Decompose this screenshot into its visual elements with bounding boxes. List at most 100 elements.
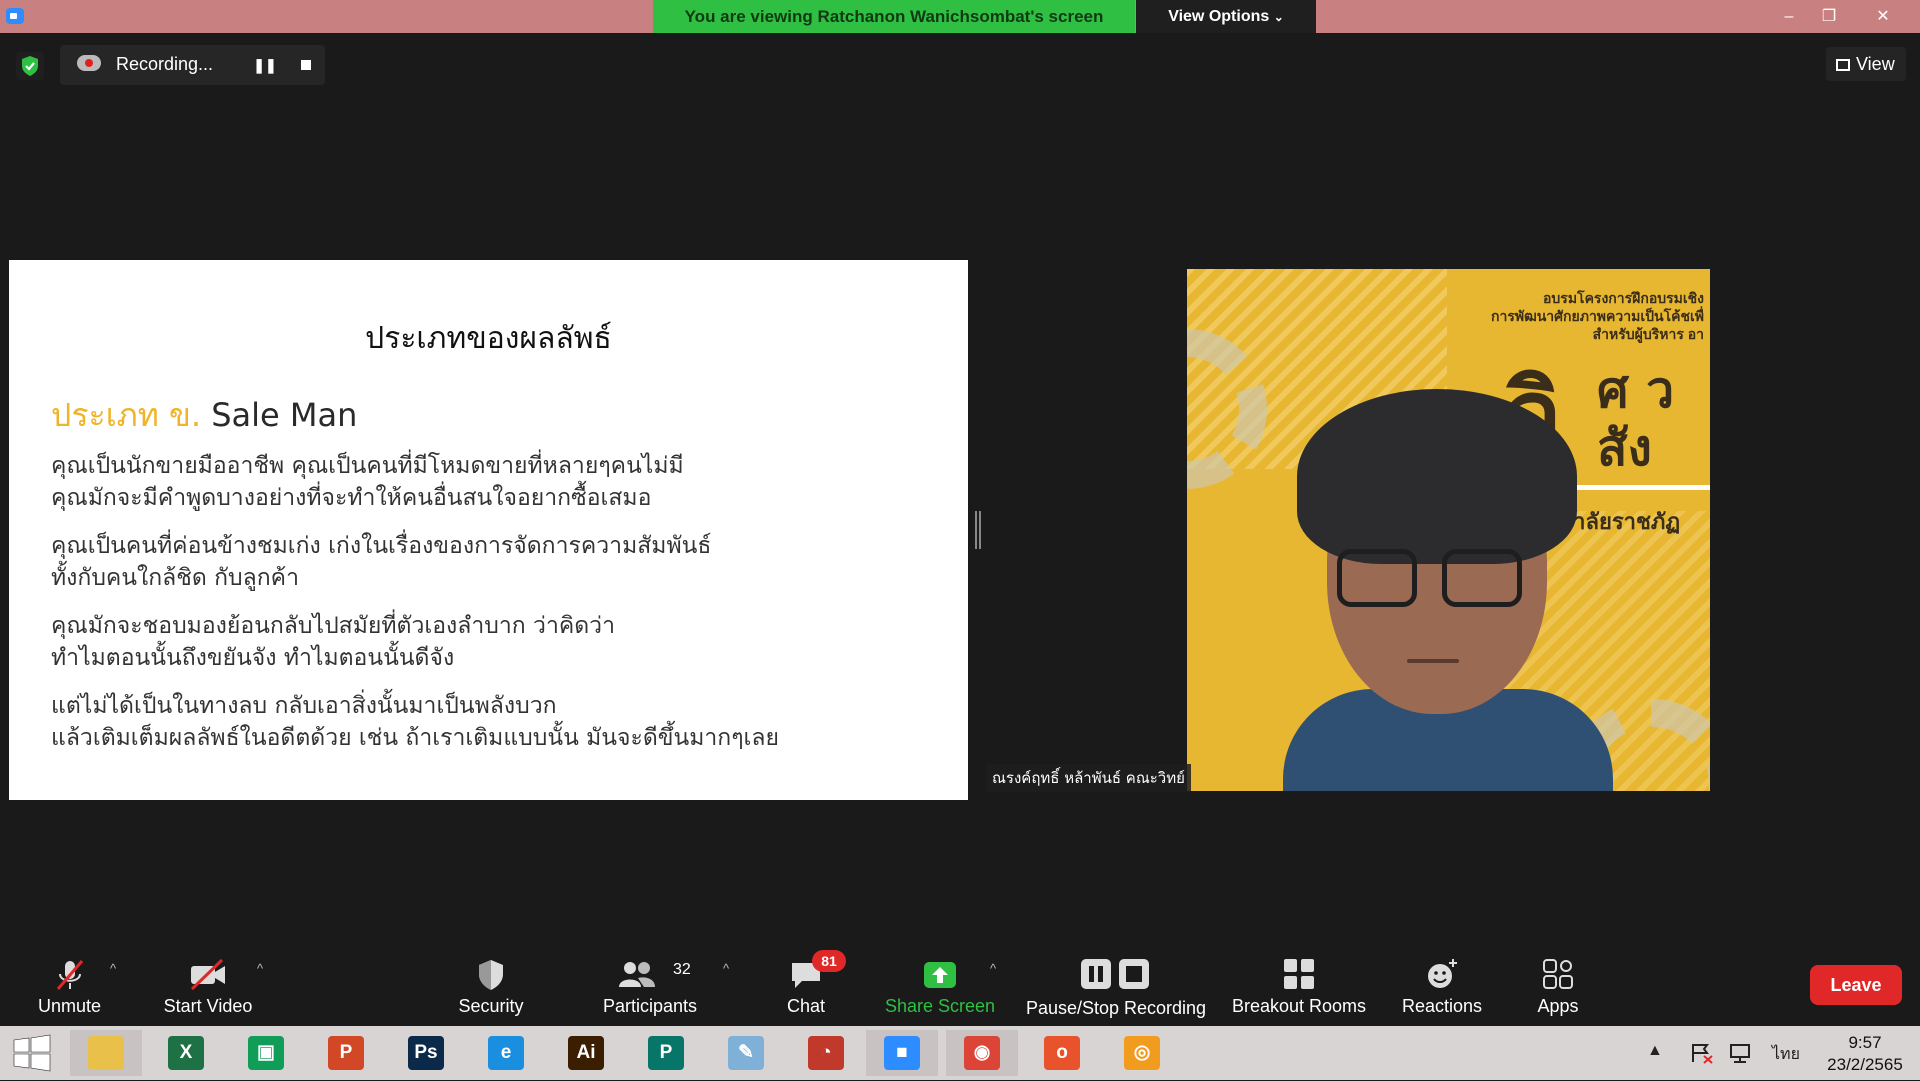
taskbar-clock[interactable]: 9:57 23/2/2565 (1815, 1032, 1915, 1076)
taskbar-app-button[interactable]: o (1026, 1030, 1098, 1076)
taskbar-app-button[interactable]: ✎ (710, 1030, 782, 1076)
poster-big-line: ศ ว (1597, 361, 1675, 419)
share-options-caret[interactable]: ^ (990, 961, 996, 976)
input-language-indicator[interactable]: ไทย (1772, 1042, 1800, 1067)
view-label: View (1856, 54, 1895, 74)
encryption-shield-icon[interactable] (16, 52, 44, 80)
taskbar-app-button[interactable]: Ps (390, 1030, 462, 1076)
video-options-caret[interactable]: ^ (257, 961, 263, 976)
video-off-icon (188, 957, 228, 998)
recording-status: Recording... (116, 54, 214, 74)
zoom-app-icon (6, 8, 24, 24)
breakout-rooms-button[interactable]: Breakout Rooms (1228, 945, 1370, 1026)
subtitle-accent: ประเภท ข. (51, 396, 202, 434)
photoscape-icon: ◔ (808, 1036, 844, 1070)
taskbar-app-button[interactable]: P (630, 1030, 702, 1076)
file-explorer-icon (88, 1036, 124, 1070)
office-icon: o (1044, 1036, 1080, 1070)
taskbar-app-button[interactable]: Ai (550, 1030, 622, 1076)
pause-recording-button[interactable]: ❚❚ (252, 52, 278, 78)
notepad-icon: ✎ (728, 1036, 764, 1070)
paragraph-line: แล้วเติมเต็มผลลัพธ์ในอดีตด้วย เช่น ถ้าเร… (51, 725, 779, 751)
breakout-rooms-label: Breakout Rooms (1231, 996, 1367, 1016)
taskbar-app-button[interactable]: P (310, 1030, 382, 1076)
paragraph-line: ทำไมตอนนั้นถึงขยันจัง ทำไมตอนนั้นดีจัง (51, 645, 455, 671)
taskbar-app-button[interactable]: ◔ (790, 1030, 862, 1076)
unmute-button[interactable]: Unmute (22, 945, 117, 1026)
split-resize-handle[interactable] (975, 511, 981, 549)
taskbar-app-button[interactable] (70, 1030, 142, 1076)
poster-big-line: สัง (1597, 419, 1652, 477)
avatar-mouth (1407, 659, 1459, 663)
taskbar-app-button[interactable]: e (470, 1030, 542, 1076)
meeting-toolbar: Unmute ^ Start Video ^ Security 32 Parti… (0, 945, 1920, 1026)
pause-stop-recording-label: Pause/Stop Recording (1025, 998, 1207, 1018)
recording-bar: Recording... ❚❚ (60, 45, 325, 85)
pause-stop-icons (1079, 957, 1153, 996)
apps-label: Apps (1537, 996, 1579, 1016)
subtitle-plain: Sale Man (211, 396, 358, 434)
poster-big-text: ศ ว สัง (1597, 361, 1674, 477)
participants-label: Participants (602, 996, 698, 1016)
store-icon: ▣ (248, 1036, 284, 1070)
paragraph-line: ทั้งกับคนใกล้ชิด กับลูกค้า (51, 565, 299, 591)
pause-stop-recording-button[interactable]: Pause/Stop Recording (1020, 945, 1212, 1026)
microphone-muted-icon (52, 957, 88, 998)
start-video-label: Start Video (163, 996, 253, 1016)
avatar-hair (1297, 389, 1577, 564)
clock-time: 9:57 (1848, 1033, 1882, 1052)
shield-icon (475, 957, 507, 998)
tray-expand-icon[interactable]: ▲ (1647, 1042, 1663, 1060)
viewing-banner: You are viewing Ratchanon Wanichsombat's… (653, 0, 1135, 33)
paragraph-line: คุณเป็นนักขายมืออาชีพ คุณเป็นคนที่มีโหมด… (51, 453, 684, 479)
share-screen-icon (921, 957, 959, 998)
taskbar-app-button[interactable]: ◉ (946, 1030, 1018, 1076)
stop-recording-button[interactable] (293, 52, 319, 78)
camera-app-icon: ◎ (1124, 1036, 1160, 1070)
close-button[interactable]: ✕ (1860, 0, 1906, 33)
taskbar-app-button[interactable]: ■ (866, 1030, 938, 1076)
slide-paragraph: คุณมักจะชอบมองย้อนกลับไปสมัยที่ตัวเองลำบ… (51, 610, 615, 674)
cloud-recording-icon (77, 55, 101, 71)
chat-button[interactable]: 81 Chat (766, 945, 846, 1026)
chrome-icon: ◉ (964, 1036, 1000, 1070)
paragraph-line: คุณมักจะมีคำพูดบางอย่างที่จะทำให้คนอื่นส… (51, 485, 652, 511)
chat-label: Chat (786, 996, 826, 1016)
taskbar-app-button[interactable]: X (150, 1030, 222, 1076)
photoshop-icon: Ps (408, 1036, 444, 1070)
poster-line: อบรมโครงการฝึกอบรมเชิง (1543, 290, 1704, 306)
start-button[interactable] (0, 1030, 64, 1076)
reactions-button[interactable]: Reactions (1392, 945, 1492, 1026)
window-titlebar: You are viewing Ratchanon Wanichsombat's… (0, 0, 1920, 33)
shared-screen-slide: ประเภทของผลลัพธ์ ประเภท ข. Sale Man คุณเ… (9, 260, 968, 800)
view-options-button[interactable]: View Options ⌄ (1136, 0, 1316, 33)
network-icon[interactable] (1728, 1042, 1752, 1069)
security-label: Security (458, 996, 524, 1016)
slide-paragraph: แต่ไม่ได้เป็นในทางลบ กลับเอาสิ่งนั้นมาเป… (51, 690, 779, 754)
poster-header-text: อบรมโครงการฝึกอบรมเชิง การพัฒนาศักยภาพคว… (1491, 289, 1704, 343)
share-screen-label: Share Screen (884, 996, 996, 1016)
glasses-right-lens (1442, 549, 1522, 607)
breakout-rooms-icon (1282, 957, 1316, 996)
apps-button[interactable]: Apps (1518, 945, 1598, 1026)
paragraph-line: คุณเป็นคนที่ค่อนข้างชมเก่ง เก่งในเรื่องข… (51, 533, 712, 559)
participants-button[interactable]: 32 Participants (595, 945, 705, 1026)
participants-options-caret[interactable]: ^ (723, 961, 729, 976)
excel-icon: X (168, 1036, 204, 1070)
leave-button[interactable]: Leave (1810, 965, 1902, 1005)
action-center-flag-icon[interactable] (1690, 1042, 1714, 1069)
participants-icon (616, 957, 658, 998)
taskbar-app-button[interactable]: ◎ (1106, 1030, 1178, 1076)
participant-video-tile[interactable]: อบรมโครงการฝึกอบรมเชิง การพัฒนาศักยภาพคว… (1187, 269, 1710, 791)
restore-button[interactable]: ❐ (1806, 0, 1852, 33)
share-screen-button[interactable]: Share Screen (880, 945, 1000, 1026)
taskbar-app-button[interactable]: ▣ (230, 1030, 302, 1076)
zoom-icon: ■ (884, 1036, 920, 1070)
start-video-button[interactable]: Start Video (158, 945, 258, 1026)
security-button[interactable]: Security (446, 945, 536, 1026)
view-button[interactable]: View (1826, 47, 1906, 81)
audio-options-caret[interactable]: ^ (110, 961, 116, 976)
apps-icon (1541, 957, 1575, 996)
slide-subtitle: ประเภท ข. Sale Man (51, 390, 357, 441)
slide-paragraph: คุณเป็นคนที่ค่อนข้างชมเก่ง เก่งในเรื่องข… (51, 530, 711, 594)
